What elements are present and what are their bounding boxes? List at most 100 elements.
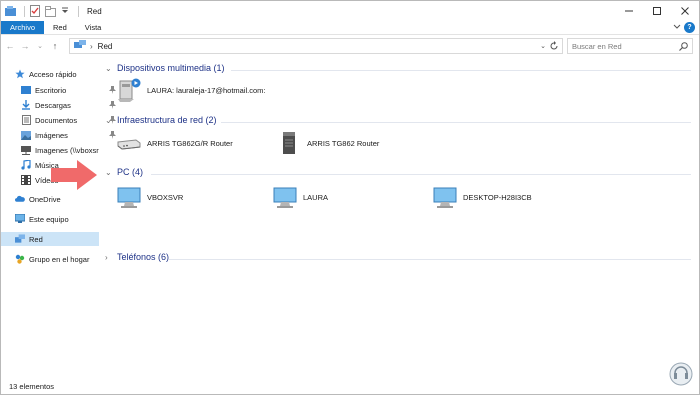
pictures-folder-icon xyxy=(21,130,31,140)
sidebar-item-network-share[interactable]: Imagenes (\\vboxsr xyxy=(21,143,99,157)
status-item-count: 13 elementos xyxy=(9,382,55,391)
router-tower-icon xyxy=(275,129,303,157)
device-label: LAURA xyxy=(303,192,329,202)
network-drive-icon xyxy=(21,145,31,155)
collapse-chevron-icon[interactable]: ⌄ xyxy=(105,116,115,125)
documents-folder-icon xyxy=(21,115,31,125)
sidebar-item-label: Imagenes (\\vboxsr xyxy=(35,145,99,155)
network-content: ⌄ Dispositivos multimedia (1) LAURA: lau… xyxy=(101,59,699,379)
sidebar-item-descargas[interactable]: Descargas xyxy=(21,98,116,112)
star-icon xyxy=(15,69,25,79)
toolbar-divider xyxy=(78,5,79,17)
properties-icon[interactable] xyxy=(29,5,41,17)
sidebar-item-onedrive[interactable]: OneDrive xyxy=(15,192,61,206)
minimize-button[interactable] xyxy=(615,1,643,21)
network-folder-icon[interactable] xyxy=(5,5,17,17)
quick-access-toolbar: Red xyxy=(1,1,102,21)
breadcrumb-chevron-icon[interactable]: › xyxy=(90,42,93,51)
forward-arrow-icon[interactable]: → xyxy=(19,39,31,53)
device-router-arris-tg862[interactable]: ARRIS TG862 Router xyxy=(275,129,379,157)
sidebar-item-label: Imágenes xyxy=(35,130,68,140)
device-pc-desktop[interactable]: DESKTOP-H28I3CB xyxy=(431,183,532,211)
help-icon[interactable]: ? xyxy=(684,22,695,33)
back-arrow-icon[interactable]: ← xyxy=(4,39,16,53)
close-button[interactable] xyxy=(671,1,699,21)
computer-icon xyxy=(115,183,143,211)
expand-chevron-icon[interactable]: › xyxy=(105,253,115,262)
tab-red[interactable]: Red xyxy=(44,21,76,34)
sidebar-item-label: Descargas xyxy=(35,100,71,110)
device-pc-vboxsvr[interactable]: VBOXSVR xyxy=(115,183,183,211)
group-divider xyxy=(221,122,691,123)
music-folder-icon xyxy=(21,160,31,170)
expand-ribbon-icon[interactable] xyxy=(673,23,681,33)
sidebar-item-escritorio[interactable]: Escritorio xyxy=(21,83,116,97)
router-icon xyxy=(115,129,143,157)
refresh-icon[interactable] xyxy=(549,41,559,53)
sidebar-item-label: Documentos xyxy=(35,115,78,125)
sidebar-item-label: Red xyxy=(29,234,43,244)
group-divider xyxy=(169,259,691,260)
sidebar-item-grupo-hogar[interactable]: Grupo en el hogar xyxy=(15,252,89,266)
device-laura-media[interactable]: LAURA: lauraleja-17@hotmail.com: xyxy=(115,76,266,104)
group-divider xyxy=(151,174,691,175)
group-title: PC (4) xyxy=(117,167,144,177)
maximize-button[interactable] xyxy=(643,1,671,21)
group-header-infrastructure[interactable]: ⌄ Infraestructura de red (2) xyxy=(105,115,217,125)
search-icon[interactable] xyxy=(679,42,688,53)
device-label: ARRIS TG862 Router xyxy=(307,138,380,148)
toolbar-divider xyxy=(24,5,25,17)
device-pc-laura[interactable]: LAURA xyxy=(271,183,328,211)
cloud-icon xyxy=(15,194,25,204)
group-header-pc[interactable]: ⌄ PC (4) xyxy=(105,167,143,177)
group-header-phones[interactable]: › Teléfonos (6) xyxy=(105,252,169,262)
sidebar-item-label: Este equipo xyxy=(29,214,69,224)
device-label: DESKTOP-H28I3CB xyxy=(463,192,532,202)
device-label: ARRIS TG862G/R Router xyxy=(147,138,233,148)
sidebar-item-documentos[interactable]: Documentos xyxy=(21,113,116,127)
sidebar-item-este-equipo[interactable]: Este equipo xyxy=(15,212,69,226)
address-bar[interactable]: › Red ⌄ xyxy=(69,38,563,54)
network-icon xyxy=(74,40,86,52)
media-device-icon xyxy=(115,76,143,104)
explorer-window: Red Archivo Red Vista ? ← → ⌄ ↑ › Red ⌄ … xyxy=(0,0,700,395)
computer-icon xyxy=(431,183,459,211)
computer-icon xyxy=(271,183,299,211)
group-title: Infraestructura de red (2) xyxy=(117,115,217,125)
device-router-arris-tg862gr[interactable]: ARRIS TG862G/R Router xyxy=(115,129,233,157)
search-input[interactable]: Buscar en Red xyxy=(567,38,693,54)
sidebar-item-quick-access[interactable]: Acceso rápido xyxy=(15,67,77,81)
sidebar-item-label: Acceso rápido xyxy=(29,69,77,79)
homegroup-icon xyxy=(15,254,25,264)
sidebar-item-label: OneDrive xyxy=(29,194,61,204)
group-divider xyxy=(231,70,691,71)
group-title: Dispositivos multimedia (1) xyxy=(117,63,225,73)
device-label: VBOXSVR xyxy=(147,192,184,202)
desktop-folder-icon xyxy=(21,85,31,95)
sidebar-item-red[interactable]: Red xyxy=(1,232,99,246)
sidebar-item-imagenes[interactable]: Imágenes xyxy=(21,128,116,142)
window-controls xyxy=(615,1,699,21)
tab-archivo[interactable]: Archivo xyxy=(1,21,45,34)
title-bar: Red xyxy=(1,1,699,21)
downloads-folder-icon xyxy=(21,100,31,110)
recent-locations-icon[interactable]: ⌄ xyxy=(34,39,46,53)
tab-vista[interactable]: Vista xyxy=(76,21,111,34)
navigation-pane: Acceso rápido Escritorio Descargas Docum… xyxy=(1,59,116,379)
computer-icon xyxy=(15,214,25,224)
breadcrumb-red[interactable]: Red xyxy=(98,42,113,51)
annotation-arrow-icon xyxy=(49,159,99,193)
address-dropdown-icon[interactable]: ⌄ xyxy=(540,42,546,50)
group-header-multimedia[interactable]: ⌄ Dispositivos multimedia (1) xyxy=(105,63,225,73)
sidebar-item-label: Escritorio xyxy=(35,85,67,95)
collapse-chevron-icon[interactable]: ⌄ xyxy=(105,64,115,73)
up-arrow-icon[interactable]: ↑ xyxy=(49,39,61,53)
network-icon xyxy=(15,234,25,244)
sidebar-item-label: Grupo en el hogar xyxy=(29,254,90,264)
videos-folder-icon xyxy=(21,175,31,185)
new-folder-icon[interactable] xyxy=(44,5,56,17)
search-placeholder: Buscar en Red xyxy=(572,41,622,51)
customize-toolbar-icon[interactable] xyxy=(59,5,71,17)
navigation-bar: ← → ⌄ ↑ › Red ⌄ Buscar en Red xyxy=(1,36,699,56)
collapse-chevron-icon[interactable]: ⌄ xyxy=(105,168,115,177)
